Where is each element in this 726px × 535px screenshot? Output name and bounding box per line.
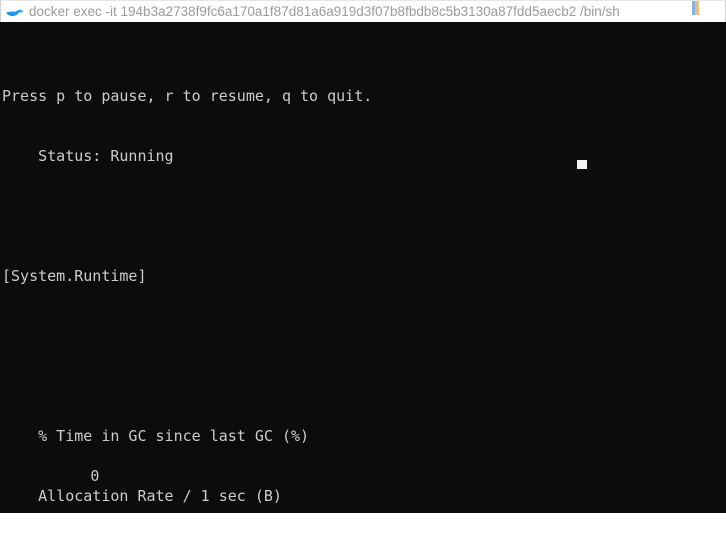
counter-list: % Time in GC since last GC (%) 0 Allocat… <box>0 346 726 513</box>
terminal-window: docker exec -it 194b3a2738f9fc6a170a1f87… <box>0 0 726 535</box>
counter-name: Allocation Rate / 1 sec (B) <box>2 487 282 505</box>
terminal-body[interactable]: Press p to pause, r to resume, q to quit… <box>0 22 726 513</box>
counter-row: CPU Usage (%) 0 <box>0 506 726 513</box>
terminal-text-area: Press p to pause, r to resume, q to quit… <box>0 26 726 513</box>
window-bottom-strip <box>0 513 726 535</box>
terminal-hint-line: Press p to pause, r to resume, q to quit… <box>2 87 373 105</box>
window-titlebar: docker exec -it 194b3a2738f9fc6a170a1f87… <box>0 0 726 22</box>
window-title: docker exec -it 194b3a2738f9fc6a170a1f87… <box>29 3 620 19</box>
terminal-cursor <box>577 160 587 169</box>
counter-name: % Time in GC since last GC (%) <box>2 427 310 445</box>
terminal-status-line: Status: Running <box>2 147 174 165</box>
counter-row: % Time in GC since last GC (%) 0 <box>0 386 726 485</box>
counter-row: Allocation Rate / 1 sec (B) 40,840 <box>0 446 726 505</box>
terminal-provider-line: [System.Runtime] <box>2 267 147 285</box>
titlebar-accent-sliver <box>692 1 699 15</box>
docker-whale-icon <box>5 4 23 20</box>
